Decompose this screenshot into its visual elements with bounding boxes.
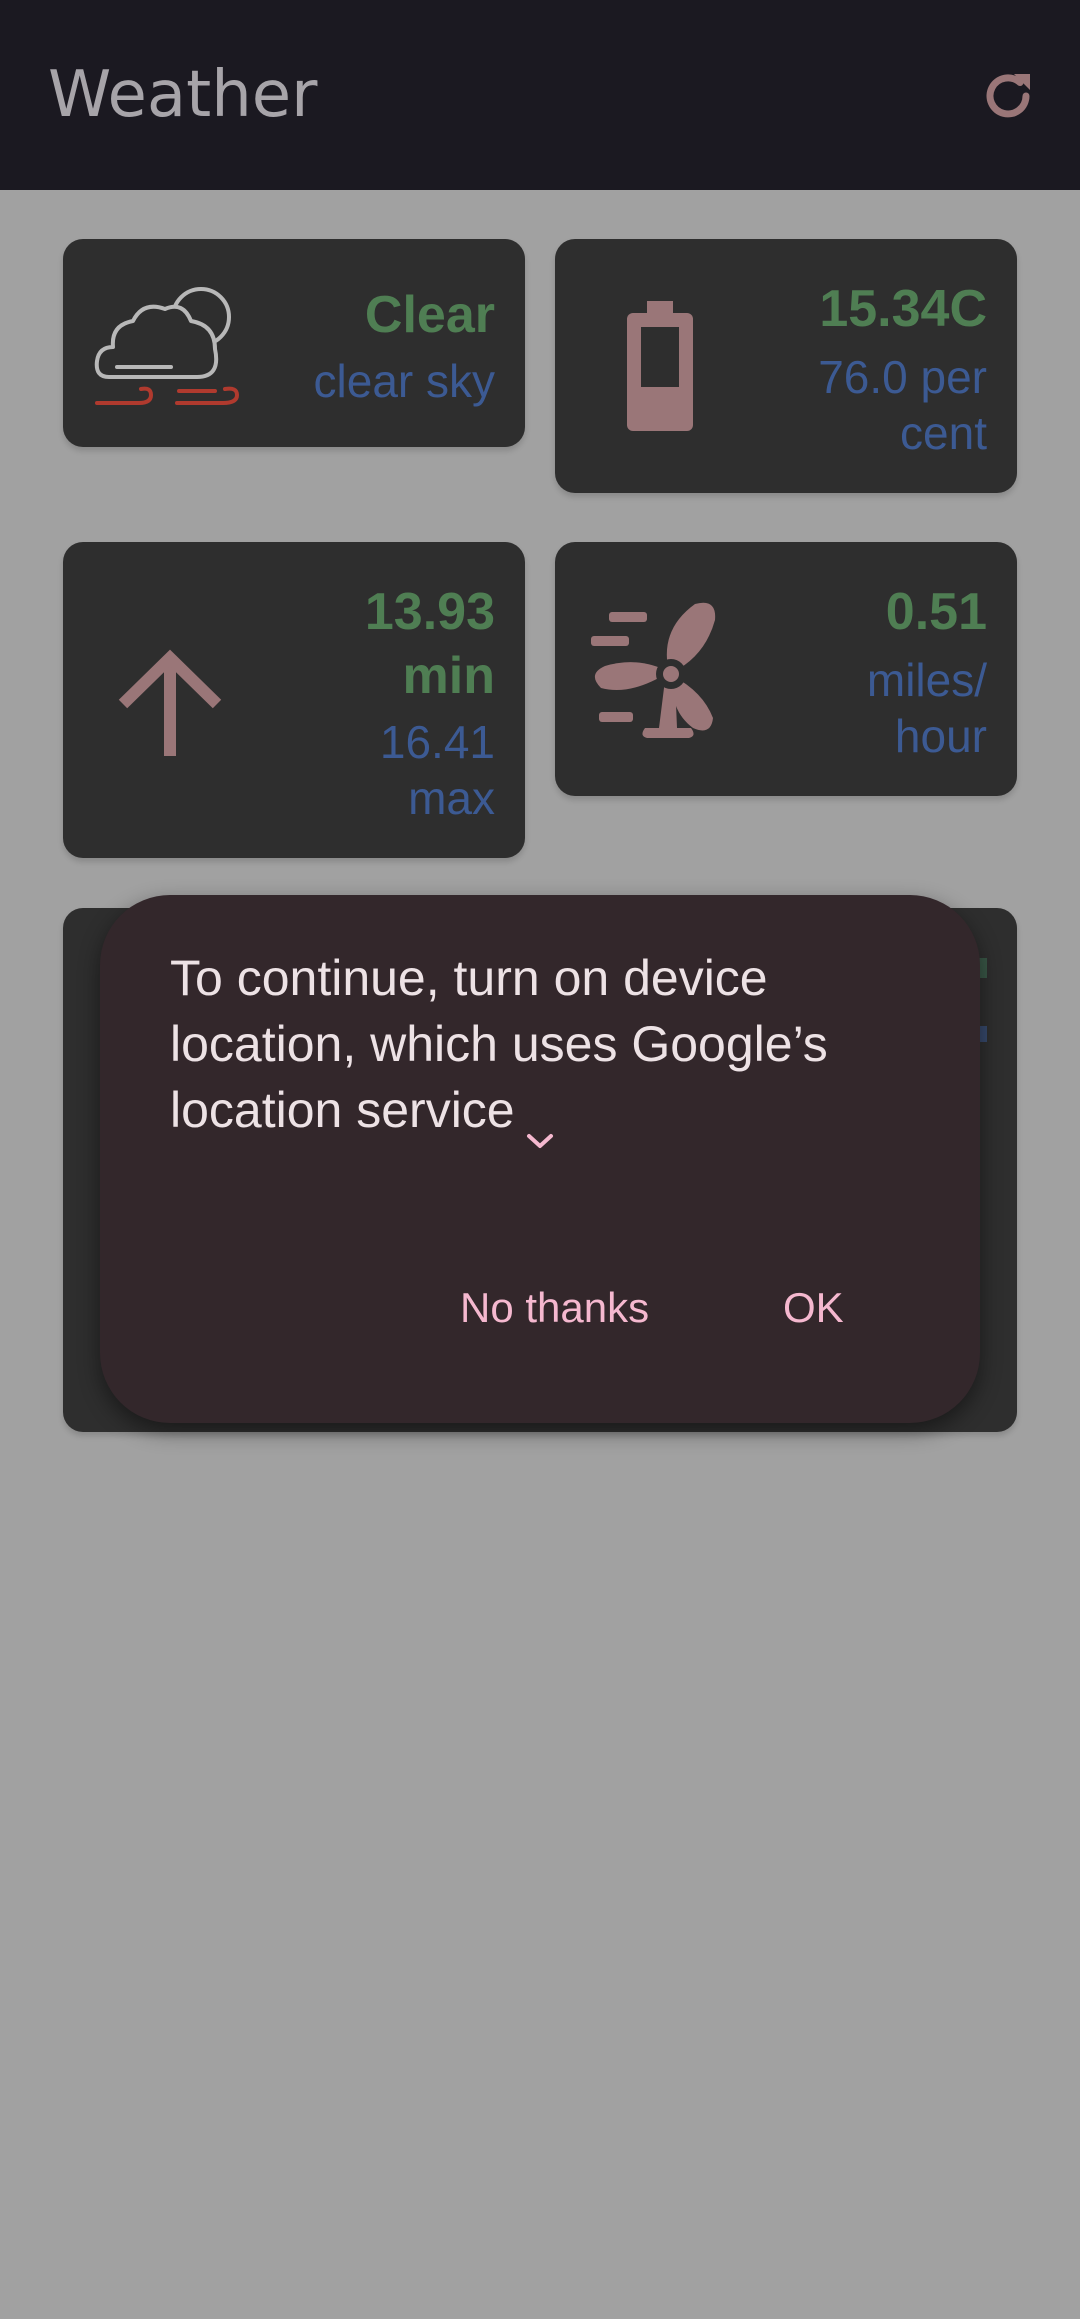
ok-button[interactable]: OK [783,1280,844,1336]
wind-card: 0.51 miles/ hour [555,542,1017,796]
app-title: Weather [48,58,318,132]
wind-unit-line-1: miles/ [866,654,987,706]
battery-icon [627,301,693,431]
dialog-message-line-3-row[interactable]: location service [170,1077,930,1148]
humidity-line-1: 76.0 per [818,351,987,403]
app-bar: Weather [0,0,1080,190]
chevron-down-icon[interactable] [523,1102,557,1148]
temperature-min-label: min [402,647,495,705]
condition-description: clear sky [313,355,495,407]
dialog-message: To continue, turn on device location, wh… [170,945,930,1148]
wind-speed: 0.51 [885,583,987,641]
dialog-message-line-2: location, which uses Google’s [170,1016,828,1072]
location-permission-dialog: To continue, turn on device location, wh… [100,895,980,1423]
condition-main: Clear [364,286,495,344]
refresh-icon[interactable] [978,66,1038,126]
temperature-max-label: max [408,772,495,824]
temperature-min-value: 13.93 [364,583,495,641]
fan-icon [589,600,729,742]
arrow-up-icon [115,648,225,758]
dialog-message-line-3: location service [170,1082,515,1138]
humidity-line-2: cent [900,407,987,459]
temperature-max-value: 16.41 [379,716,495,768]
dialog-message-line-1: To continue, turn on device [170,950,768,1006]
temperature-card: 13.93 min 16.41 max [63,542,525,858]
wind-unit-line-2: hour [894,710,987,762]
humidity-temperature: 15.34C [819,280,987,338]
no-thanks-button[interactable]: No thanks [460,1280,649,1336]
condition-card: Clear clear sky [63,239,525,447]
cloud-wind-icon [91,273,251,413]
humidity-card: 15.34C 76.0 per cent [555,239,1017,493]
